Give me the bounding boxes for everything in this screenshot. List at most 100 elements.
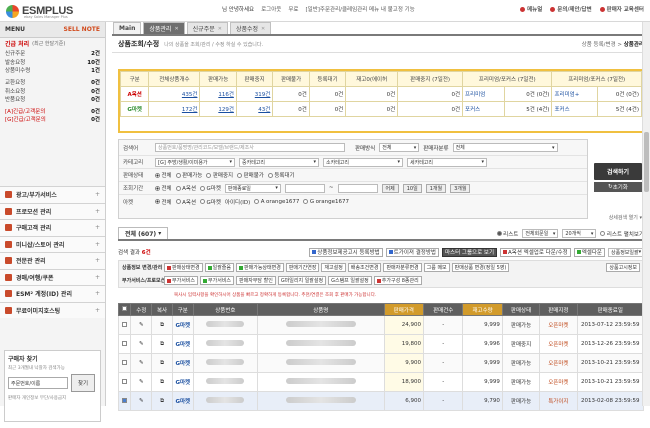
mileage-button[interactable]: G마일리지 일괄설정 bbox=[277, 276, 327, 285]
page-scrollbar[interactable] bbox=[642, 22, 650, 406]
product-name[interactable] bbox=[257, 315, 385, 335]
urgent-item[interactable]: 반품요청 0건 bbox=[5, 95, 100, 104]
seller-edu-link[interactable]: 판매자 교육센터 bbox=[599, 5, 644, 13]
product-number[interactable] bbox=[192, 315, 259, 335]
copy-icon[interactable]: ⧉ bbox=[151, 334, 173, 354]
status-radio-unable[interactable]: 판매불가 bbox=[237, 171, 264, 179]
sidebar-menu-item[interactable]: 구매고객 관리 + bbox=[0, 219, 105, 236]
status-radio-sellable[interactable]: 판매가능 bbox=[175, 171, 202, 179]
master-group-button[interactable]: 마스터 그룹으로 보기 bbox=[441, 247, 498, 257]
edit-icon[interactable]: ✎ bbox=[130, 334, 153, 354]
bulk-button[interactable]: 배송조건변경 bbox=[347, 263, 382, 272]
product-number[interactable] bbox=[192, 372, 259, 392]
product-name[interactable] bbox=[257, 353, 385, 373]
sidebar-menu-item[interactable]: 무료이미지호스팅 + bbox=[0, 301, 105, 318]
bulk-status-button[interactable]: 판매상태변경 bbox=[164, 263, 203, 272]
row-checkbox[interactable] bbox=[118, 372, 132, 392]
site-radio-gmarket[interactable]: G마켓 bbox=[200, 198, 221, 206]
bulk-button[interactable]: 일괄즐음 bbox=[204, 263, 235, 272]
excel-type-select[interactable]: 상품정보일괄 ▾ bbox=[608, 247, 644, 257]
sidebar-menu-item[interactable]: ESM² 계정(ID) 관리 + bbox=[0, 285, 105, 302]
urgent-item[interactable]: 신규주문 2건 bbox=[5, 49, 100, 58]
category-4-select[interactable]: 세카테고리 ▾ bbox=[407, 157, 487, 167]
scrollbar-thumb[interactable] bbox=[644, 132, 649, 192]
id-gmarket-checkbox[interactable]: G orange1677 bbox=[303, 199, 349, 205]
table-row[interactable]: ✎ ⧉ G마켓 9,900 - 9,999 판매가능 오픈마켓 2013-10-… bbox=[118, 353, 644, 373]
urgent-item[interactable]: 취소요청 0건 bbox=[5, 86, 100, 95]
bulk-button[interactable]: 그룹 메모 bbox=[423, 263, 450, 272]
period-3months-button[interactable]: 3개월 bbox=[450, 183, 471, 193]
list-fix-checkbox[interactable]: 리스트 펼치보기 bbox=[600, 230, 644, 238]
period-10days-button[interactable]: 10일 bbox=[402, 183, 422, 193]
logout-link[interactable]: 로그아웃 bbox=[261, 5, 281, 13]
urgent-item[interactable]: 상품미수령 1건 bbox=[5, 66, 100, 75]
search-input[interactable]: 상품번호/품명명/관리코드/모델/브랜드/제조사 bbox=[155, 143, 345, 152]
date-from-input[interactable] bbox=[284, 183, 325, 193]
stamp-button[interactable]: G스탬프 일괄설정 bbox=[328, 276, 372, 285]
id-auction-checkbox[interactable]: A orange1677 bbox=[254, 199, 299, 205]
edit-icon[interactable]: ✎ bbox=[130, 391, 153, 411]
sell-note-tab[interactable]: SELL NOTE bbox=[64, 26, 100, 33]
bulk-button[interactable]: 판매기간연장 bbox=[285, 263, 320, 272]
buyer-search-type-select[interactable]: 주문번호/이름 bbox=[8, 377, 68, 389]
sidebar-menu-item[interactable]: 미니샵/스토어 관리 + bbox=[0, 235, 105, 252]
select-all-checkbox[interactable] bbox=[118, 303, 132, 316]
edit-icon[interactable]: ✎ bbox=[130, 353, 153, 373]
copy-icon[interactable]: ⧉ bbox=[151, 372, 173, 392]
bulk-button[interactable]: 판매상품 변경(정일 5영) bbox=[451, 263, 510, 272]
status-radio-waiting[interactable]: 등록대기 bbox=[267, 171, 295, 179]
site-radio-all[interactable]: 전체 bbox=[155, 198, 172, 206]
row-checkbox[interactable] bbox=[118, 353, 132, 373]
period-1month-button[interactable]: 1개월 bbox=[425, 183, 447, 193]
copy-icon[interactable]: ⧉ bbox=[151, 391, 173, 411]
discount-button[interactable]: 판매자부담 할인 bbox=[236, 276, 276, 285]
excel-download-button[interactable]: 엑셀다운 bbox=[573, 247, 605, 257]
product-name[interactable] bbox=[257, 334, 385, 354]
product-number[interactable] bbox=[192, 334, 259, 354]
category-2-select[interactable]: 중카테고리 ▾ bbox=[239, 157, 319, 167]
urgent-item[interactable]: [A]긴급/고객문의 0건 bbox=[5, 107, 100, 116]
copy-icon[interactable]: ⧉ bbox=[151, 315, 173, 335]
period-yesterday-button[interactable]: 어제 bbox=[381, 183, 399, 193]
copy-icon[interactable]: ⧉ bbox=[151, 353, 173, 373]
table-row[interactable]: ✎ ⧉ G마켓 24,900 - 9,999 판매가능 오픈마켓 2013-07… bbox=[118, 315, 644, 335]
reset-button[interactable]: ↻ 초기화 bbox=[594, 182, 642, 192]
period-radio-gmarket[interactable]: G마켓 bbox=[200, 184, 221, 192]
product-name[interactable] bbox=[257, 372, 385, 392]
edit-icon[interactable]: ✎ bbox=[130, 372, 153, 392]
sidebar-menu-item[interactable]: 광고/부가서비스 + bbox=[0, 186, 105, 203]
period-radio-auction[interactable]: A옥션 bbox=[175, 184, 196, 192]
app-logo[interactable]: ESMPLUS ebay Sales Manager Plus bbox=[6, 3, 73, 19]
notice-text[interactable]: [일반]주문관리/클레임관리 메뉴 내 불고정 기능 bbox=[305, 5, 414, 13]
category-1-select[interactable]: [G] 주방/생활/이미용가 ▾ bbox=[155, 157, 235, 167]
addon-button[interactable]: 부가서비스 bbox=[200, 276, 235, 285]
period-radio-all[interactable]: 전체 bbox=[155, 184, 172, 192]
excel-upload-button[interactable]: A옥션 엑셀업로 다운/수정 bbox=[500, 247, 571, 257]
date-to-input[interactable] bbox=[337, 183, 378, 193]
table-row[interactable]: ✎ ⧉ G마켓 19,800 - 9,996 판매중지 오픈마켓 2013-12… bbox=[118, 334, 644, 354]
site-radio-auction[interactable]: A옥션 bbox=[175, 198, 196, 206]
product-number[interactable] bbox=[192, 391, 259, 411]
product-number[interactable] bbox=[192, 353, 259, 373]
table-row[interactable]: ✎ ⧉ G마켓 6,900 - 9,790 판매가능 특가이지 2013-02-… bbox=[118, 391, 644, 411]
sort-select[interactable]: 전체회문일 ▾ bbox=[522, 229, 559, 238]
sell-method-select[interactable]: 전체 ▾ bbox=[379, 143, 420, 152]
table-row[interactable]: ✎ ⧉ G마켓 18,900 - 9,999 판매가능 오픈마켓 2013-10… bbox=[118, 372, 644, 392]
tab-all-results[interactable]: 전체 (607) ▾ bbox=[118, 227, 169, 239]
bulk-button[interactable]: 판매가능상태변경 bbox=[236, 263, 284, 272]
bulk-button[interactable]: 재고설정 bbox=[321, 263, 346, 272]
detail-search-toggle[interactable]: 상세검색 열기 ▾ bbox=[609, 214, 642, 221]
seller-category-select[interactable]: 전체 ▾ bbox=[452, 143, 558, 152]
sidebar-menu-item[interactable]: 전문관 관리 + bbox=[0, 252, 105, 269]
sidebar-menu-item[interactable]: 경매/여행/쿠폰 + bbox=[0, 268, 105, 285]
manual-link[interactable]: 메뉴얼 bbox=[520, 5, 542, 13]
urgent-item[interactable]: 교환요청 0건 bbox=[5, 78, 100, 87]
row-checkbox[interactable] bbox=[118, 391, 132, 411]
notice-guide-button[interactable]: 상품정보제공고시 등록방법 bbox=[309, 247, 383, 257]
list-view-toggle[interactable]: 리스트 bbox=[496, 230, 518, 238]
bulk-button[interactable]: 판매자분류변경 bbox=[383, 263, 422, 272]
notice-info-button[interactable]: 상품고시정보 bbox=[606, 263, 640, 272]
urgent-item[interactable]: 발송요청 10건 bbox=[5, 58, 100, 67]
sidebar-menu-item[interactable]: 프로모션 관리 + bbox=[0, 202, 105, 219]
edit-icon[interactable]: ✎ bbox=[130, 315, 153, 335]
